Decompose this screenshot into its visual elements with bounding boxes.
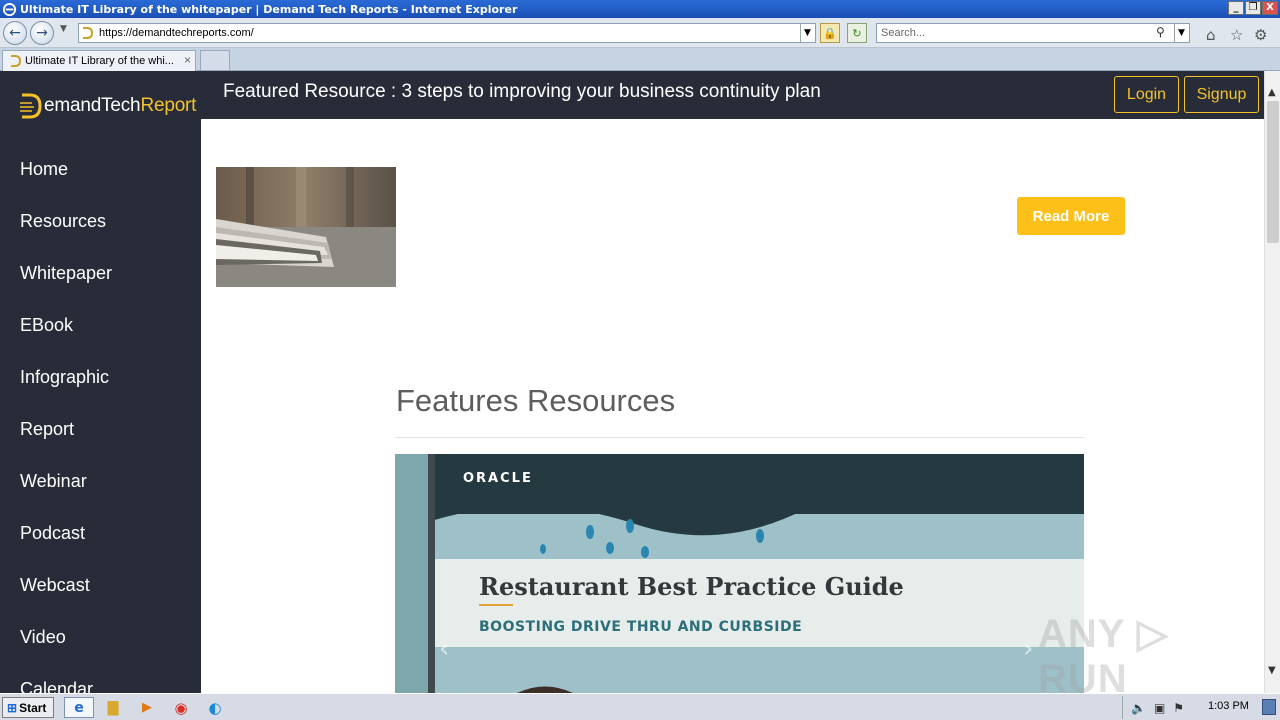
close-window-button[interactable]: X <box>1262 1 1278 15</box>
window-titlebar: Ultimate IT Library of the whitepaper | … <box>0 0 1280 18</box>
top-header: Featured Resource : 3 steps to improving… <box>201 71 1264 119</box>
web-page: emandTechReport Home Resources Whitepape… <box>0 71 1264 693</box>
newspaper-thumbnail-image[interactable] <box>216 167 396 287</box>
site-favicon-icon <box>83 27 94 39</box>
carousel-next-icon[interactable]: › <box>1023 634 1033 664</box>
demandtech-logo-icon <box>20 93 42 119</box>
refresh-icon[interactable]: ↻ <box>847 23 867 43</box>
chrome-icon: ◉ <box>174 698 188 717</box>
favorites-star-icon[interactable]: ☆ <box>1230 26 1243 44</box>
site-favicon-icon <box>11 55 22 67</box>
sidebar-nav: Home Resources Whitepaper EBook Infograp… <box>0 143 201 694</box>
taskbar-file-explorer[interactable]: ▇ <box>98 697 128 718</box>
internet-explorer-icon: e <box>74 699 84 716</box>
sidebar-item-ebook[interactable]: EBook <box>0 299 201 351</box>
back-arrow-icon: ← <box>9 25 21 41</box>
action-center-flag-icon[interactable]: ⚑ <box>1173 701 1184 715</box>
window-title: Ultimate IT Library of the whitepaper | … <box>20 2 518 16</box>
sidebar-item-home[interactable]: Home <box>0 143 201 195</box>
back-button[interactable]: ← <box>3 21 27 45</box>
media-player-icon: ▶ <box>142 700 152 715</box>
sidebar-item-video[interactable]: Video <box>0 611 201 663</box>
windows-taskbar: ⊞ Start e ▇ ▶ ◉ ◐ 🔈 ▣ ⚑ 1:03 PM <box>0 693 1280 720</box>
start-label: Start <box>19 700 47 715</box>
gear-icon[interactable]: ⚙ <box>1254 26 1267 44</box>
windows-logo-icon: ⊞ <box>7 700 18 715</box>
forward-button[interactable]: → <box>30 21 54 45</box>
scroll-thumb[interactable] <box>1267 101 1279 243</box>
network-icon[interactable]: ▣ <box>1154 701 1165 715</box>
folder-icon: ▇ <box>107 699 119 716</box>
featured-resource-banner[interactable]: ORACLE Restaurant Best Practice Guide BO… <box>395 454 1084 693</box>
close-tab-icon[interactable]: × <box>184 53 191 67</box>
search-dropdown-icon[interactable]: ▼ <box>1174 24 1188 42</box>
search-icon[interactable]: ⚲ <box>1156 25 1165 39</box>
edge-icon: ◐ <box>208 698 222 717</box>
site-logo[interactable]: emandTechReport <box>18 89 196 123</box>
banner-subtitle: BOOSTING DRIVE THRU AND CURBSIDE <box>479 619 803 635</box>
taskbar-edge[interactable]: ◐ <box>200 697 230 718</box>
signup-button[interactable]: Signup <box>1184 76 1259 113</box>
sidebar-item-report[interactable]: Report <box>0 403 201 455</box>
search-input[interactable]: Search... <box>876 23 1190 43</box>
system-tray: 🔈 ▣ ⚑ <box>1122 696 1278 719</box>
scroll-up-icon[interactable]: ▲ <box>1268 87 1276 98</box>
sidebar-item-podcast[interactable]: Podcast <box>0 507 201 559</box>
show-desktop-icon[interactable] <box>1262 699 1276 715</box>
sidebar-item-whitepaper[interactable]: Whitepaper <box>0 247 201 299</box>
history-dropdown-icon[interactable]: ▼ <box>60 24 67 34</box>
login-button[interactable]: Login <box>1114 76 1179 113</box>
brand-text: emandTechReport <box>44 95 197 116</box>
banner-title: Restaurant Best Practice Guide <box>479 572 904 601</box>
sidebar-item-calendar[interactable]: Calendar <box>0 663 201 694</box>
url-dropdown-icon[interactable]: ▼ <box>800 24 814 42</box>
home-icon[interactable]: ⌂ <box>1206 26 1216 44</box>
tab-bar: Ultimate IT Library of the whi... × <box>0 48 1280 71</box>
featured-resource-link[interactable]: Featured Resource : 3 steps to improving… <box>223 81 821 103</box>
sidebar-item-resources[interactable]: Resources <box>0 195 201 247</box>
clock[interactable]: 1:03 PM <box>1208 700 1249 712</box>
url-input[interactable]: https://demandtechreports.com/ <box>78 23 816 43</box>
page-scrollbar[interactable]: ▲ ▼ <box>1264 71 1280 693</box>
sidebar-item-webinar[interactable]: Webinar <box>0 455 201 507</box>
scroll-down-icon[interactable]: ▼ <box>1268 665 1276 676</box>
internet-explorer-icon <box>2 2 17 16</box>
read-more-button[interactable]: Read More <box>1017 197 1125 235</box>
forward-arrow-icon: → <box>36 25 48 41</box>
tab-title: Ultimate IT Library of the whi... <box>25 55 174 67</box>
anyrun-watermark: ANY ▷ RUN <box>1038 612 1169 693</box>
section-divider <box>395 437 1084 438</box>
tab-demandtechreports[interactable]: Ultimate IT Library of the whi... × <box>2 50 196 71</box>
sidebar: emandTechReport Home Resources Whitepape… <box>0 71 201 693</box>
sidebar-item-infographic[interactable]: Infographic <box>0 351 201 403</box>
taskbar-chrome[interactable]: ◉ <box>166 697 196 718</box>
start-button[interactable]: ⊞ Start <box>2 697 54 718</box>
address-toolbar: ← → ▼ https://demandtechreports.com/ ▼ 🔒… <box>0 18 1280 48</box>
sidebar-item-webcast[interactable]: Webcast <box>0 559 201 611</box>
taskbar-media-player[interactable]: ▶ <box>132 697 162 718</box>
speaker-icon[interactable]: 🔈 <box>1131 701 1146 715</box>
restore-button[interactable]: ❐ <box>1245 1 1261 15</box>
section-title: Features Resources <box>396 383 676 418</box>
oracle-brand-text: ORACLE <box>463 471 533 486</box>
taskbar-internet-explorer[interactable]: e <box>64 697 94 718</box>
lock-icon[interactable]: 🔒 <box>820 23 840 43</box>
new-tab-button[interactable] <box>200 50 230 71</box>
carousel-prev-icon[interactable]: ‹ <box>439 634 449 664</box>
minimize-button[interactable]: _ <box>1228 1 1244 15</box>
